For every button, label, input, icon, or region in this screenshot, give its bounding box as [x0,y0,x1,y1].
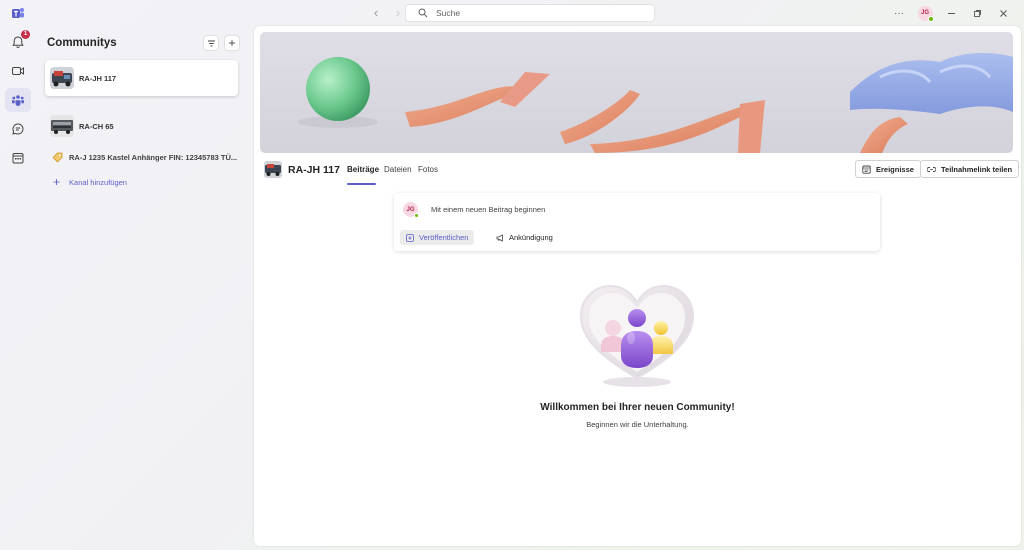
community-avatar [264,161,282,178]
calls-rail-item[interactable] [5,59,31,83]
activity-rail-item[interactable]: 1 [5,30,31,54]
share-link-button[interactable]: Teilnahmelink teilen [920,160,1020,178]
notification-badge: 1 [21,30,30,39]
app-rail: 1 [0,26,36,175]
communities-panel: Communitys + RA-JH 117 RA-CH 65 RA-J 123… [40,26,250,550]
events-button[interactable]: Ereignisse [855,160,921,178]
presence-dot [414,213,419,218]
calendar-rail-item[interactable] [5,146,31,170]
welcome-subtitle: Beginnen wir die Unterhaltung. [586,420,689,429]
tab-dateien[interactable]: Dateien [384,165,412,174]
minimize-icon[interactable] [938,4,964,22]
tab-fotos[interactable]: Fotos [418,165,438,174]
chat-rail-item[interactable] [5,117,31,141]
back-arrow-icon[interactable]: ‹ [370,6,382,20]
community-main: RA-JH 117 Beiträge Dateien Fotos Ereigni… [254,26,1021,546]
filter-icon [207,40,215,46]
megaphone-icon [496,233,503,242]
community-item-ra-jh-117[interactable]: RA-JH 117 [45,60,238,96]
chat-icon [12,123,24,135]
search-input[interactable] [436,8,636,18]
user-avatar[interactable]: JG [917,5,934,22]
community-item-ra-ch-65[interactable]: RA-CH 65 [45,108,238,144]
compose-icon [406,233,414,242]
community-header: RA-JH 117 Beiträge Dateien Fotos Ereigni… [254,157,1021,185]
tag-icon [52,152,63,163]
presence-dot [927,15,934,22]
community-name: RA-JH 117 [79,73,117,83]
user-avatar: JG [403,202,419,218]
title-bar: ‹ › ··· JG [0,0,1024,26]
add-community-button[interactable]: + [224,35,240,51]
calendar-icon [12,153,24,164]
filter-button[interactable] [203,35,219,51]
community-name: RA-CH 65 [79,121,114,131]
calendar-icon [862,165,871,174]
search-icon [418,8,428,18]
plus-icon: + [53,175,61,189]
community-title: RA-JH 117 [288,164,340,176]
welcome-title: Willkommen bei Ihrer neuen Community! [540,402,735,413]
community-banner [260,32,1013,153]
communities-icon [12,95,24,106]
link-icon [927,166,936,172]
close-icon[interactable] [990,4,1016,22]
publish-button[interactable]: Veröffentlichen [400,230,475,245]
communities-rail-item[interactable] [5,88,31,112]
forward-arrow-icon[interactable]: › [392,6,404,20]
video-icon [12,67,24,75]
welcome-heart-illustration [573,278,701,390]
search-box[interactable] [405,4,655,22]
teams-logo-icon[interactable] [11,6,25,20]
panel-title: Communitys [47,37,117,49]
announcement-button[interactable]: Ankündigung [490,230,559,245]
add-channel-button[interactable]: + Kanal hinzufügen [53,175,127,189]
vehicle-thumbnail [50,67,74,89]
vehicle-thumbnail [50,115,74,137]
channel-name: RA-J 1235 Kastel Anhänger FIN: 12345783 … [69,153,238,162]
restore-icon[interactable] [964,4,990,22]
post-composer[interactable]: JG Mit einem neuen Beitrag beginnen Verö… [394,193,880,251]
channel-item[interactable]: RA-J 1235 Kastel Anhänger FIN: 12345783 … [51,151,237,164]
tab-beitraege[interactable]: Beiträge [347,165,379,174]
more-options-icon[interactable]: ··· [886,4,912,22]
active-tab-indicator [347,183,376,185]
add-channel-label: Kanal hinzufügen [69,177,127,187]
new-post-prompt[interactable]: Mit einem neuen Beitrag beginnen [431,205,545,214]
